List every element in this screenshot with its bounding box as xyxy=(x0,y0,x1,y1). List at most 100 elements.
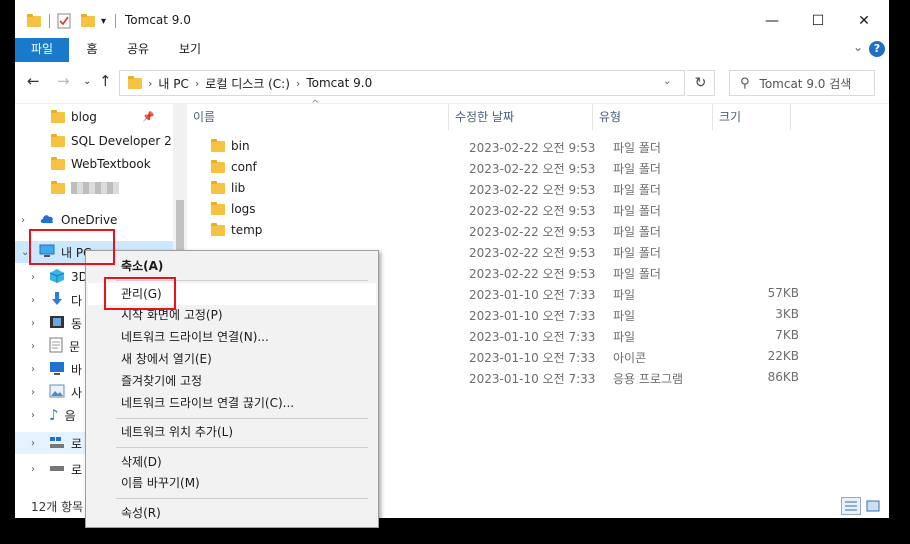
chevron-right-icon[interactable]: › xyxy=(31,318,35,329)
table-row[interactable]: conf 2023-02-22 오전 9:53 파일 폴더 xyxy=(187,157,889,178)
chevron-right-icon[interactable]: › xyxy=(31,464,35,475)
address-bar[interactable]: › 내 PC › 로컬 디스크 (C:) › Tomcat 9.0 xyxy=(119,70,685,96)
file-name: lib xyxy=(231,181,246,195)
divider xyxy=(115,14,116,28)
tab-file[interactable]: 파일 xyxy=(15,38,69,62)
file-size: 22KB xyxy=(767,349,799,363)
music-note-icon: ♪ xyxy=(49,406,59,424)
nav-item-label: 바 xyxy=(71,362,83,377)
expand-ribbon-chevron-icon[interactable]: ⌄ xyxy=(853,40,863,54)
menu-item-rename[interactable]: 이름 바꾸기(M) xyxy=(88,472,376,494)
file-date: 2023-01-10 오전 7:33 xyxy=(469,351,596,365)
table-row[interactable]: lib 2023-02-22 오전 9:53 파일 폴더 xyxy=(187,178,889,199)
menu-item-properties[interactable]: 속성(R) xyxy=(88,502,376,524)
annotation-box-this-pc xyxy=(29,229,115,265)
menu-item-open-new-window[interactable]: 새 창에서 열기(E) xyxy=(88,348,376,370)
nav-item-onedrive[interactable]: › OneDrive xyxy=(15,209,173,231)
search-icon: ⚲ xyxy=(740,75,750,91)
folder-icon xyxy=(211,201,225,215)
search-input[interactable]: ⚲ Tomcat 9.0 검색 xyxy=(729,70,875,96)
menu-item-pin-quick-access[interactable]: 즐겨찾기에 고정 xyxy=(88,370,376,392)
menu-item-collapse[interactable]: 축소(A) xyxy=(88,255,376,277)
chevron-right-icon[interactable]: › xyxy=(31,438,35,449)
breadcrumb-tomcat[interactable]: Tomcat 9.0 xyxy=(306,76,372,90)
file-type: 파일 폴더 xyxy=(613,225,661,239)
file-type: 파일 폴더 xyxy=(613,162,661,176)
address-history-chevron-icon[interactable]: ⌄ xyxy=(663,76,671,87)
forward-arrow-icon[interactable]: → xyxy=(57,72,70,90)
breadcrumb-separator-icon[interactable]: › xyxy=(296,77,300,90)
title-bar: ▾ Tomcat 9.0 — ☐ ✕ xyxy=(15,0,889,38)
table-row[interactable]: logs 2023-02-22 오전 9:53 파일 폴더 xyxy=(187,199,889,220)
tab-view[interactable]: 보기 xyxy=(173,38,207,62)
file-date: 2023-02-22 오전 9:53 xyxy=(469,267,596,281)
folder-icon xyxy=(211,180,225,194)
tab-home[interactable]: 홈 xyxy=(77,38,107,62)
minimize-button[interactable]: — xyxy=(749,6,795,36)
column-header-type[interactable]: 유형 xyxy=(593,104,713,130)
chevron-right-icon[interactable]: › xyxy=(31,387,35,398)
nav-item-label: OneDrive xyxy=(61,213,118,227)
chevron-right-icon[interactable]: › xyxy=(31,364,35,375)
chevron-right-icon[interactable]: › xyxy=(31,410,35,421)
file-size: 3KB xyxy=(775,307,799,321)
folder-icon[interactable] xyxy=(27,12,41,30)
divider xyxy=(49,14,50,28)
menu-item-map-network-drive[interactable]: 네트워크 드라이브 연결(N)... xyxy=(88,326,376,348)
customize-toolbar-icon[interactable]: ▾ xyxy=(101,12,106,30)
nav-item-sql-developer[interactable]: SQL Developer 2 xyxy=(15,130,173,152)
cube-3d-icon xyxy=(49,268,65,287)
breadcrumb-this-pc[interactable]: 내 PC xyxy=(158,75,188,92)
help-button[interactable]: ? xyxy=(869,41,885,57)
chevron-right-icon[interactable]: › xyxy=(31,341,35,352)
chevron-right-icon[interactable]: › xyxy=(31,295,35,306)
nav-item-blurred[interactable] xyxy=(15,177,173,199)
maximize-button[interactable]: ☐ xyxy=(795,6,841,36)
file-size: 86KB xyxy=(767,370,799,384)
file-name-cell[interactable]: lib xyxy=(211,180,246,195)
file-date: 2023-01-10 오전 7:33 xyxy=(469,309,596,323)
file-type: 파일 xyxy=(613,309,636,323)
tab-share[interactable]: 공유 xyxy=(121,38,155,62)
desktop-icon xyxy=(49,361,65,378)
menu-item-add-network-location[interactable]: 네트워크 위치 추가(L) xyxy=(88,421,376,443)
table-row[interactable]: temp 2023-02-22 오전 9:53 파일 폴더 xyxy=(187,220,889,241)
column-header-name[interactable]: 이름 xyxy=(187,104,449,130)
up-arrow-icon[interactable]: ↑ xyxy=(99,72,112,90)
chevron-right-icon[interactable]: › xyxy=(31,272,35,283)
properties-checklist-icon[interactable] xyxy=(57,12,71,30)
details-view-icon[interactable] xyxy=(841,497,861,515)
chevron-right-icon[interactable]: › xyxy=(21,215,25,226)
breadcrumb-separator-icon[interactable]: › xyxy=(195,77,199,90)
download-arrow-icon xyxy=(49,291,65,310)
file-name: logs xyxy=(231,202,256,216)
nav-item-blog[interactable]: blog 📌 xyxy=(15,106,173,128)
file-name-cell[interactable]: temp xyxy=(211,222,262,237)
close-button[interactable]: ✕ xyxy=(841,6,887,36)
menu-item-disconnect-drive[interactable]: 네트워크 드라이브 연결 끊기(C)... xyxy=(88,392,376,414)
recent-locations-chevron-icon[interactable]: ⌄ xyxy=(83,76,91,87)
column-header-size[interactable]: 크기 xyxy=(713,104,791,130)
file-size: 57KB xyxy=(767,286,799,300)
file-date: 2023-02-22 오전 9:53 xyxy=(469,162,596,176)
table-row[interactable]: bin 2023-02-22 오전 9:53 파일 폴더 xyxy=(187,136,889,157)
folder-icon xyxy=(128,75,142,89)
annotation-box-manage xyxy=(104,277,176,310)
refresh-icon[interactable]: ↻ xyxy=(687,70,715,96)
file-type: 파일 xyxy=(613,288,636,302)
menu-item-delete[interactable]: 삭제(D) xyxy=(88,451,376,473)
file-name-cell[interactable]: bin xyxy=(211,138,250,153)
file-type: 파일 폴더 xyxy=(613,267,661,281)
large-icons-view-icon[interactable] xyxy=(863,497,883,515)
file-name-cell[interactable]: logs xyxy=(211,201,256,216)
menu-separator xyxy=(116,447,368,448)
file-date: 2023-01-10 오전 7:33 xyxy=(469,288,596,302)
new-folder-icon[interactable] xyxy=(81,12,95,30)
breadcrumb-separator-icon[interactable]: › xyxy=(148,77,152,90)
breadcrumb-local-disk[interactable]: 로컬 디스크 (C:) xyxy=(205,75,290,92)
back-arrow-icon[interactable]: ← xyxy=(27,72,40,90)
nav-item-webtextbook[interactable]: WebTextbook xyxy=(15,153,173,175)
file-type: 아이콘 xyxy=(613,351,647,365)
column-header-date[interactable]: 수정한 날짜 xyxy=(449,104,593,130)
file-name-cell[interactable]: conf xyxy=(211,159,257,174)
